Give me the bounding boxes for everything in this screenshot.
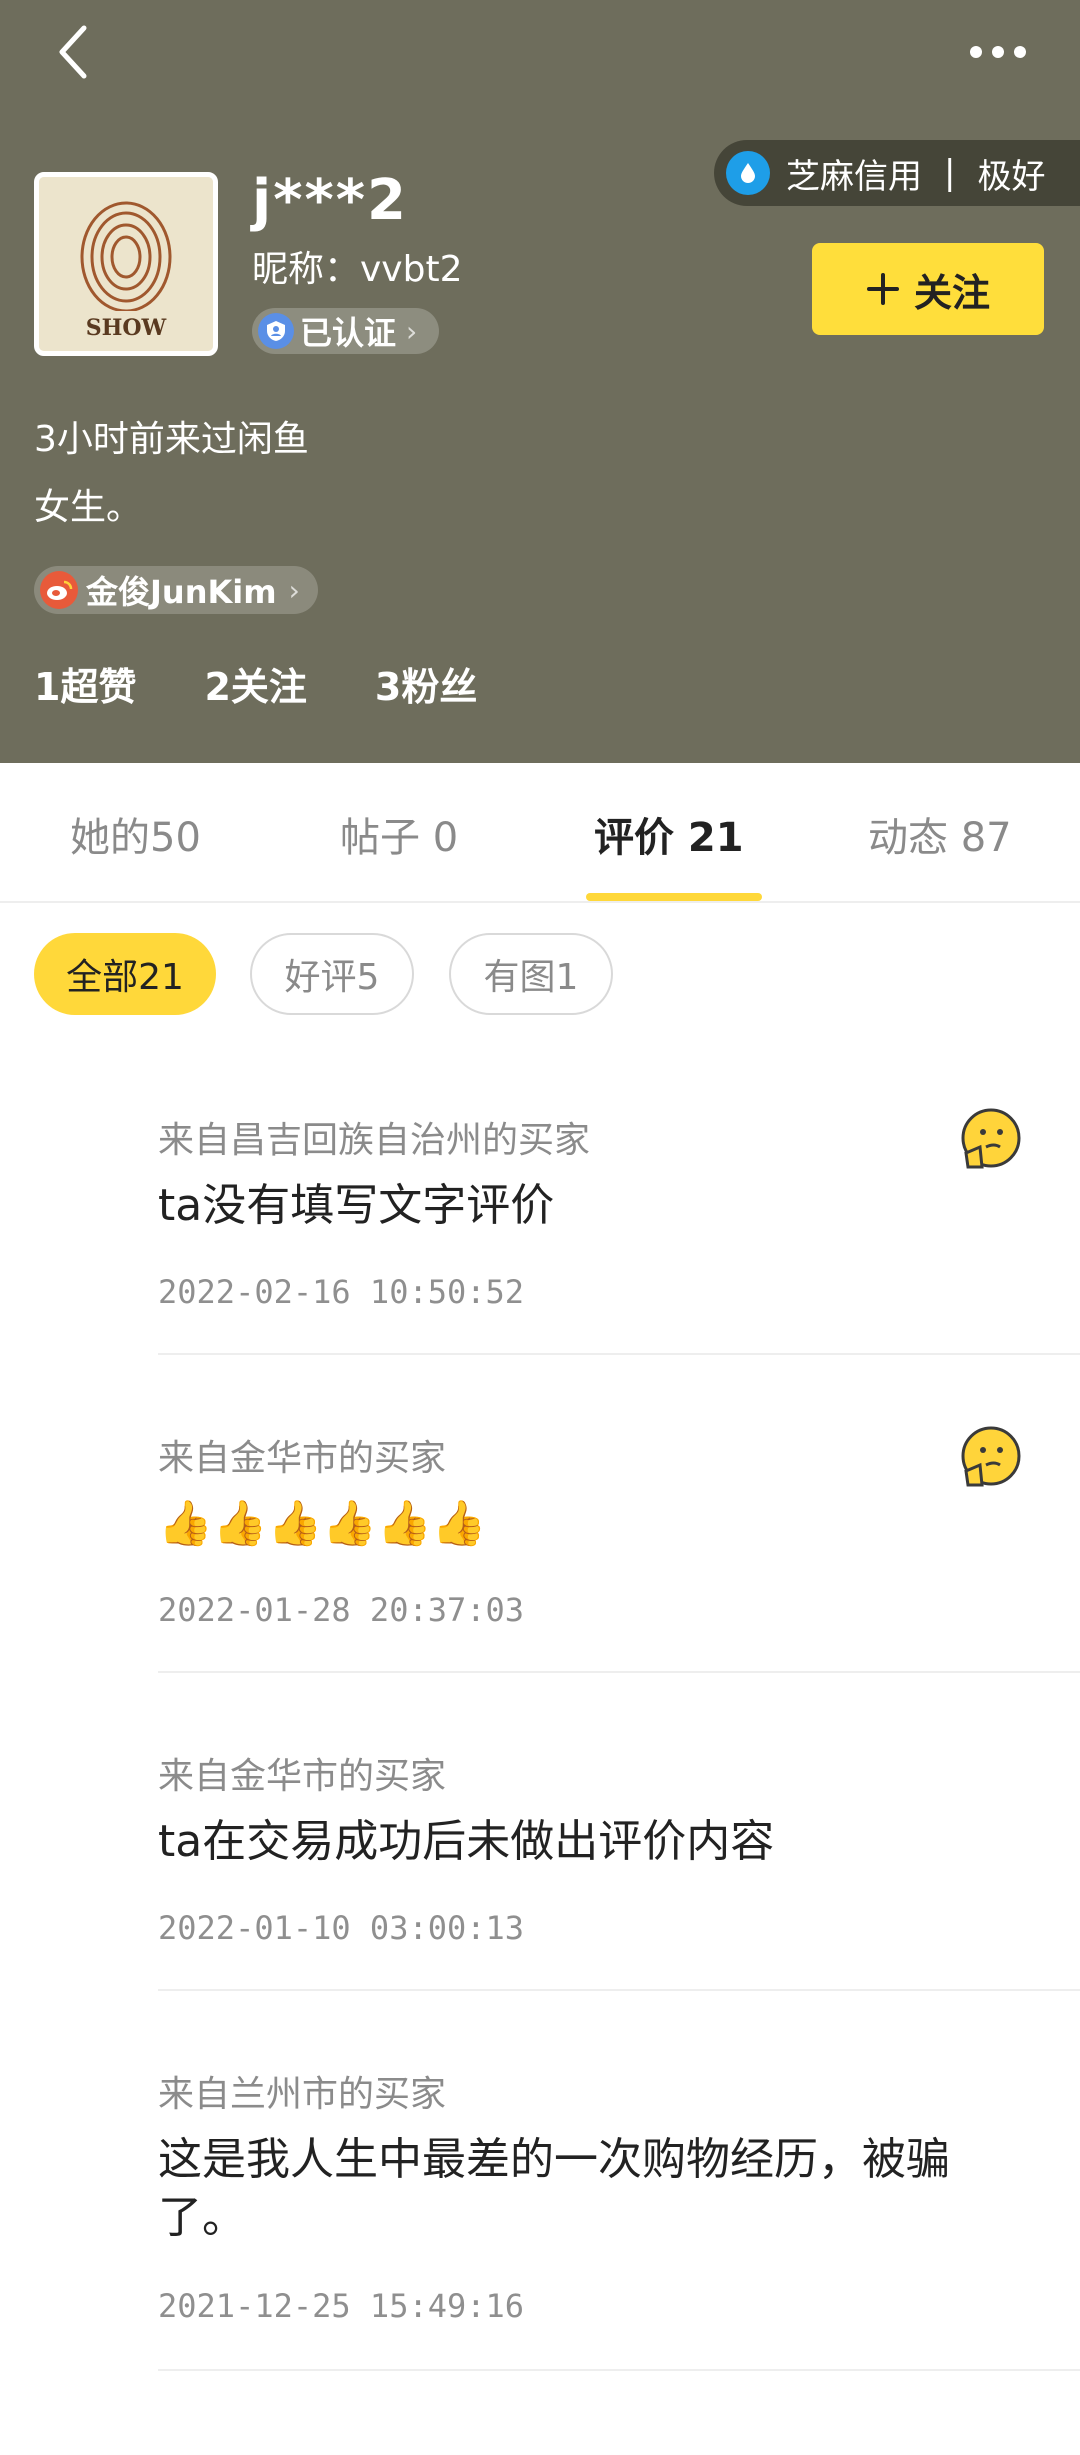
review-content: ta在交易成功后未做出评价内容 xyxy=(158,1816,775,1867)
follow-label: 关注 xyxy=(913,270,990,315)
fingerprint-avatar-icon: SHOW xyxy=(39,177,213,351)
thinking-face-icon xyxy=(961,1108,1021,1169)
verified-badge[interactable]: 已认证 › xyxy=(252,308,440,354)
review-date: 2021-12-25 15:49:16 xyxy=(158,2287,525,2325)
tab-active-indicator xyxy=(586,893,762,901)
review-date: 2022-01-28 20:37:03 xyxy=(158,1591,525,1629)
bio: 女生。 xyxy=(34,487,143,528)
more-dots-icon xyxy=(970,46,982,58)
sesame-credit-badge[interactable]: 芝麻信用 | 极好 xyxy=(714,140,1080,206)
verified-label: 已认证 xyxy=(300,314,397,352)
weibo-name: 金俊JunKim xyxy=(86,573,277,611)
nickname: 昵称：vvbt2 xyxy=(252,249,463,290)
weibo-link[interactable]: 金俊JunKim › xyxy=(34,566,318,614)
profile-header: SHOW j***2 昵称：vvbt2 已认证 › 芝麻信用 | 极好 关注 3… xyxy=(0,0,1080,763)
credit-level: 极好 xyxy=(977,156,1046,197)
sesame-credit-icon xyxy=(726,151,770,195)
filter-all[interactable]: 全部21 xyxy=(34,933,216,1015)
stat-following[interactable]: 2关注 xyxy=(204,656,306,711)
review-from: 来自兰州市的买家 xyxy=(158,2074,447,2115)
more-button[interactable] xyxy=(970,30,1040,74)
back-button[interactable] xyxy=(48,22,108,82)
review-from: 来自金华市的买家 xyxy=(158,1756,447,1797)
follow-button[interactable]: 关注 xyxy=(812,243,1044,335)
review-date: 2022-01-10 03:00:13 xyxy=(158,1909,525,1947)
review-item[interactable]: 来自金华市的买家 👍👍👍👍👍👍 2022-01-28 20:37:03 xyxy=(158,1355,1080,1673)
chevron-right-icon: › xyxy=(288,573,300,607)
review-content: ta没有填写文字评价 xyxy=(158,1180,555,1231)
review-content: 👍👍👍👍👍👍 xyxy=(158,1498,487,1549)
tab-items[interactable]: 她的50 xyxy=(70,805,201,863)
credit-label: 芝麻信用 xyxy=(786,156,922,197)
weibo-icon xyxy=(40,571,78,609)
filter-with-images[interactable]: 有图1 xyxy=(449,933,613,1015)
tab-bar: 她的50 帖子 0 评价 21 动态 87 xyxy=(0,763,1080,903)
stats-row: 1超赞 2关注 3粉丝 xyxy=(34,656,477,711)
filter-positive[interactable]: 好评5 xyxy=(250,933,414,1015)
review-content: 这是我人生中最差的一次购物经历，被骗了。 xyxy=(158,2134,950,2243)
plus-icon xyxy=(866,273,899,305)
avatar[interactable]: SHOW xyxy=(34,172,218,356)
review-item[interactable]: 来自昌吉回族自治州的买家 ta没有填写文字评价 2022-02-16 10:50… xyxy=(158,1085,1080,1355)
chevron-right-icon: › xyxy=(406,314,418,348)
review-date: 2022-02-16 10:50:52 xyxy=(158,1273,525,1311)
stat-followers[interactable]: 3粉丝 xyxy=(375,656,477,711)
review-from: 来自金华市的买家 xyxy=(158,1438,447,1479)
tab-reviews[interactable]: 评价 21 xyxy=(594,805,744,863)
tab-activity[interactable]: 动态 87 xyxy=(868,805,1012,863)
username: j***2 xyxy=(252,168,409,233)
last-seen: 3小时前来过闲鱼 xyxy=(34,419,309,460)
review-item[interactable]: 来自金华市的买家 ta在交易成功后未做出评价内容 2022-01-10 03:0… xyxy=(158,1673,1080,1991)
review-from: 来自昌吉回族自治州的买家 xyxy=(158,1120,591,1161)
review-item[interactable]: 来自兰州市的买家 这是我人生中最差的一次购物经历，被骗了。 2021-12-25… xyxy=(158,1991,1080,2371)
credit-separator: | xyxy=(944,153,956,193)
tab-posts[interactable]: 帖子 0 xyxy=(340,805,458,863)
verified-user-icon xyxy=(258,313,294,349)
stat-likes[interactable]: 1超赞 xyxy=(34,656,136,711)
chevron-left-icon xyxy=(59,25,87,79)
thinking-face-icon xyxy=(961,1426,1021,1487)
svg-text:SHOW: SHOW xyxy=(86,315,167,341)
